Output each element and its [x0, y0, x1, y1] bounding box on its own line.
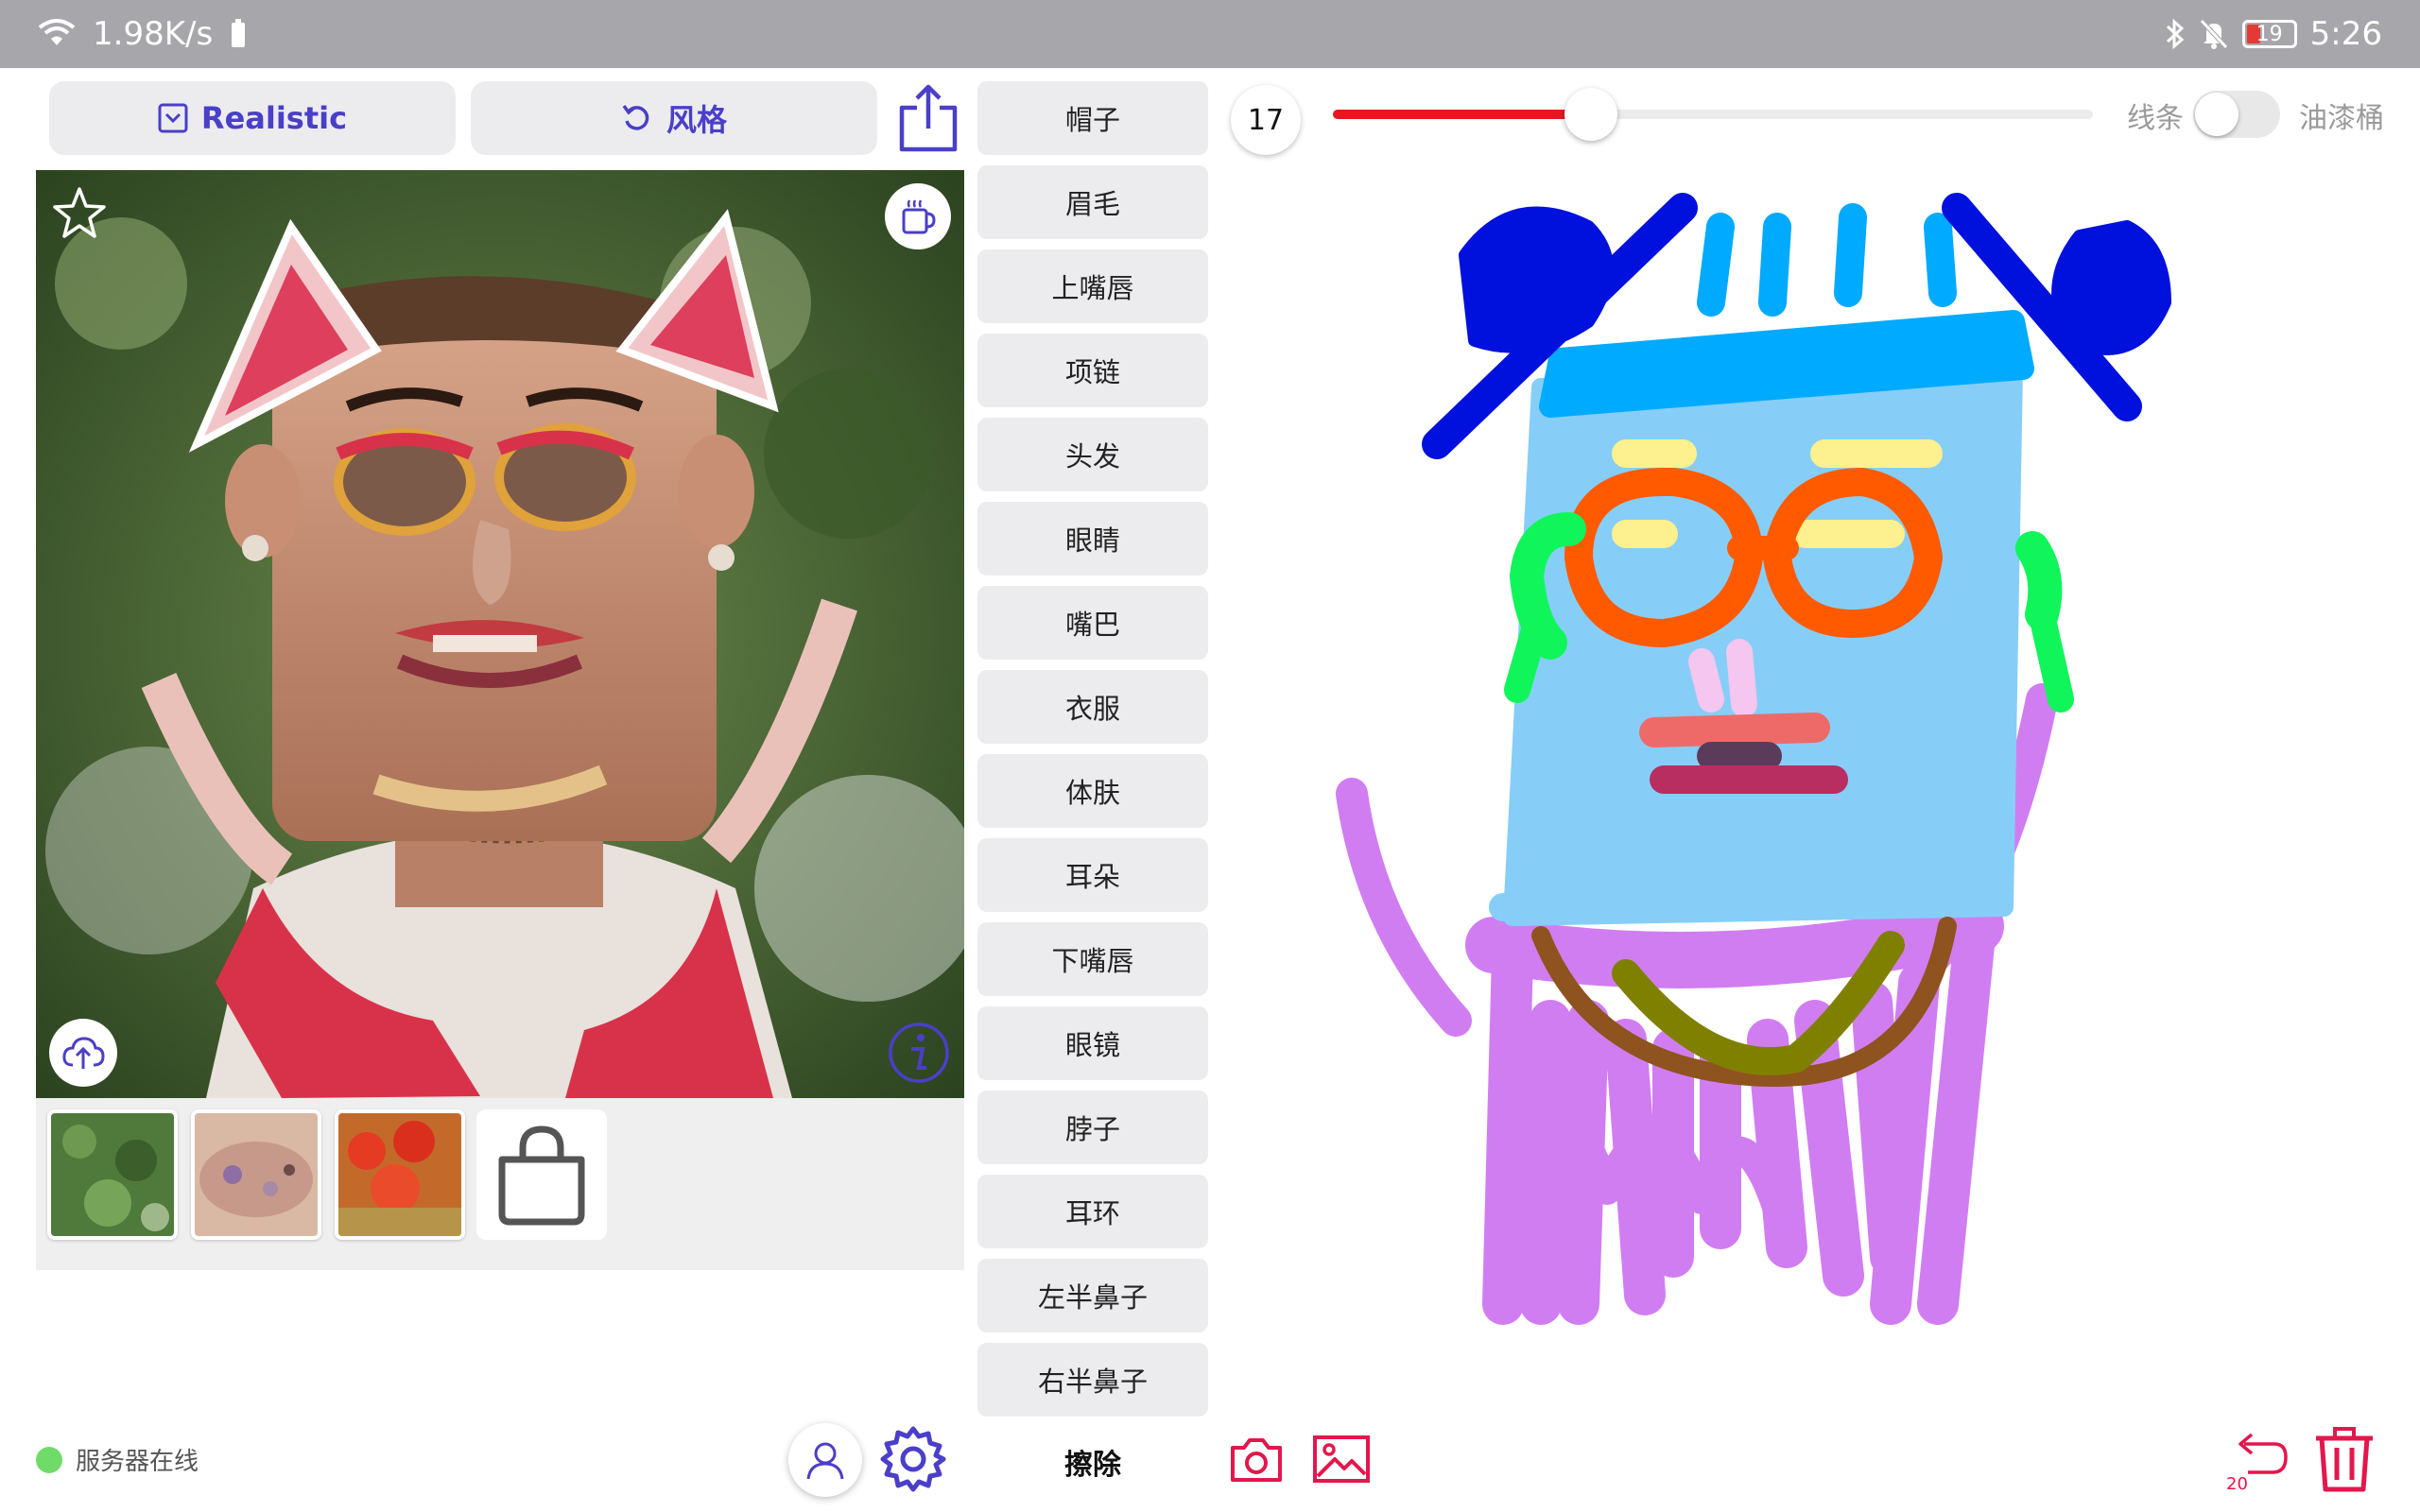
thumbnail-pink-stone[interactable]: [191, 1109, 321, 1240]
coffee-cup-icon: [902, 199, 936, 234]
part-button-upper-lip[interactable]: 上嘴唇: [977, 249, 1208, 323]
battery-level: 19: [2256, 22, 2283, 46]
shopping-bag-icon: [498, 1125, 585, 1226]
settings-gear-icon[interactable]: [879, 1425, 947, 1493]
toggle-knob: [2195, 93, 2238, 136]
server-status: 服务器在线: [36, 1442, 199, 1477]
status-bar: 1.98K/s 19 5:26: [0, 0, 2420, 68]
part-button-earrings[interactable]: 耳环: [977, 1175, 1208, 1248]
server-status-text: 服务器在线: [76, 1448, 199, 1476]
brush-size-badge: 17: [1231, 85, 1301, 155]
part-button-necklace[interactable]: 项链: [977, 334, 1208, 407]
bluetooth-icon: [2166, 18, 2184, 50]
part-button-left-nose[interactable]: 左半鼻子: [977, 1259, 1208, 1332]
part-button-right-nose[interactable]: 右半鼻子: [977, 1343, 1208, 1417]
part-button-hat[interactable]: 帽子: [977, 81, 1208, 155]
style-button[interactable]: 风格: [471, 81, 877, 155]
part-button-eyes[interactable]: 眼睛: [977, 502, 1208, 576]
part-button-hair[interactable]: 头发: [977, 418, 1208, 491]
slider-thumb[interactable]: [1564, 88, 1618, 141]
part-button-neck[interactable]: 脖子: [977, 1091, 1208, 1164]
part-button-lower-lip[interactable]: 下嘴唇: [977, 922, 1208, 996]
part-button-ears[interactable]: 耳朵: [977, 838, 1208, 912]
camera-icon[interactable]: [1229, 1435, 1284, 1484]
shop-bag-button[interactable]: [476, 1109, 607, 1240]
drawing-canvas[interactable]: [1229, 170, 2221, 1332]
favorite-star-icon[interactable]: [51, 185, 108, 242]
brush-size-slider[interactable]: [1333, 88, 2093, 141]
thumbnail-strip: [36, 1098, 964, 1270]
fill-mode-label: 油漆桶: [2299, 102, 2384, 135]
checkbox-icon: [158, 103, 188, 133]
rotate-icon: [622, 104, 649, 130]
clock: 5:26: [2309, 15, 2382, 53]
cloud-upload-icon: [62, 1037, 105, 1069]
realistic-label: Realistic: [200, 100, 348, 136]
part-button-glasses[interactable]: 眼镜: [977, 1006, 1208, 1080]
server-online-dot: [36, 1446, 62, 1473]
thumbnail-red-flowers[interactable]: [335, 1109, 465, 1240]
part-button-skin[interactable]: 体肤: [977, 754, 1208, 828]
generated-portrait[interactable]: [36, 170, 964, 1098]
mute-bell-icon: [2199, 19, 2228, 49]
part-button-clothes[interactable]: 衣服: [977, 670, 1208, 744]
share-icon[interactable]: [898, 83, 959, 153]
user-icon: [806, 1442, 844, 1480]
battery-small-icon: [232, 19, 246, 47]
part-button-eyebrows[interactable]: 眉毛: [977, 165, 1208, 239]
gallery-image-icon[interactable]: [1312, 1435, 1371, 1484]
part-button-mouth[interactable]: 嘴巴: [977, 586, 1208, 660]
coffee-button[interactable]: [885, 183, 951, 249]
style-label: 风格: [666, 102, 727, 138]
thumbnail-green-foliage[interactable]: [47, 1109, 178, 1240]
app-root: 1.98K/s 19 5:26 Realistic 风格 帽子 眉毛 上嘴唇 项…: [0, 0, 2420, 1512]
generated-portrait-art: [36, 170, 964, 1098]
fill-mode-toggle[interactable]: [2193, 91, 2280, 138]
undo-icon[interactable]: [2227, 1431, 2290, 1476]
info-icon[interactable]: [887, 1021, 951, 1085]
realistic-button[interactable]: Realistic: [49, 81, 456, 155]
battery-icon: 19: [2241, 20, 2297, 48]
undo-count: 20: [2226, 1474, 2248, 1494]
net-speed: 1.98K/s: [93, 15, 214, 53]
line-mode-label: 线条: [2127, 102, 2184, 135]
user-button[interactable]: [788, 1423, 862, 1497]
upload-button[interactable]: [49, 1019, 117, 1087]
erase-button[interactable]: 擦除: [977, 1425, 1208, 1499]
trash-icon[interactable]: [2312, 1425, 2377, 1493]
slider-fill: [1333, 110, 1592, 119]
wifi-icon: [38, 19, 76, 45]
